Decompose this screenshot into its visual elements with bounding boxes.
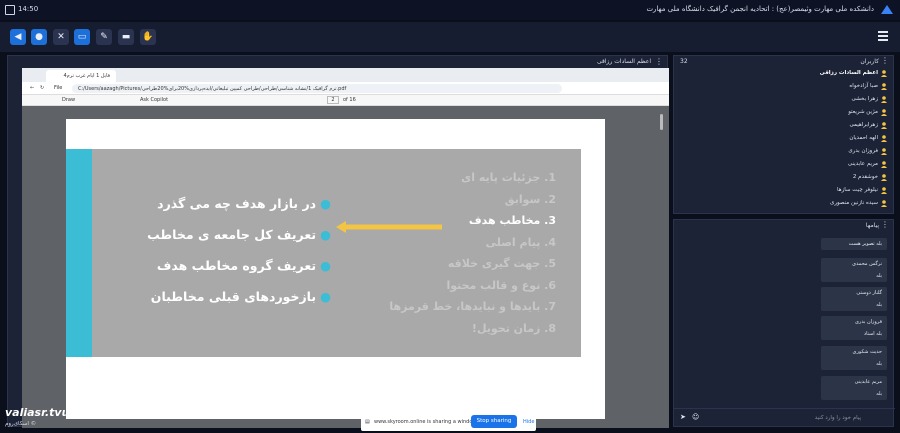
user-icon bbox=[881, 187, 887, 194]
presenter-name: اعظم السادات رزاقی bbox=[597, 58, 651, 65]
bullet-item: ●در بازار هدف چه می گذرد bbox=[157, 196, 331, 211]
more-icon[interactable]: ⋮ bbox=[655, 57, 663, 66]
sharing-icon: ▤ bbox=[365, 419, 370, 425]
chat-message: بله تصویر هست bbox=[821, 238, 887, 250]
user-icon bbox=[881, 96, 887, 103]
send-icon[interactable]: ➤ bbox=[680, 413, 686, 421]
pdf-page: 1. جزئیات پایه ای 2. سوابق 3. مخاطب هدف … bbox=[66, 119, 605, 419]
file-label: File bbox=[54, 85, 63, 91]
copilot-button[interactable]: Ask Copilot bbox=[140, 97, 168, 103]
outline-item: 6. نوع و قالب محتوا bbox=[446, 278, 556, 292]
user-icon bbox=[881, 148, 887, 155]
microphone-icon[interactable]: ● bbox=[31, 29, 47, 45]
chat-input-bar: ➤ ☺ پیام خود را وارد کنید bbox=[674, 408, 895, 426]
address-bar: ← ↻ File C:/Users/aazagh/Pictures/ترم گر… bbox=[22, 82, 669, 95]
slide-stripe bbox=[66, 149, 92, 357]
bullet-list: ●در بازار هدف چه می گذرد ●تعریف کل جامعه… bbox=[147, 196, 331, 320]
outline-item: 8. زمان تحویل! bbox=[471, 321, 556, 335]
brand-label: اسکای‌روم © bbox=[5, 421, 37, 427]
toolbar: ◀ ● ✕ ▭ ✎ ▬ ✋ bbox=[0, 22, 900, 52]
participant[interactable]: الهه احمدیان bbox=[674, 135, 893, 148]
camera-off-icon[interactable]: ✕ bbox=[53, 29, 69, 45]
chat-title: پیامها bbox=[865, 222, 879, 229]
user-icon bbox=[881, 174, 887, 181]
shared-screen: فایل 1 ایام غرب ترم4 ← ↻ File C:/Users/a… bbox=[22, 68, 669, 428]
menu-icon[interactable] bbox=[878, 31, 888, 43]
participant[interactable]: خوشقدم 2 bbox=[674, 174, 893, 187]
more-icon[interactable]: ⋮ bbox=[881, 56, 889, 65]
participants-title: کاربران bbox=[860, 58, 879, 65]
user-icon bbox=[881, 135, 887, 142]
outline-item: 2. سوابق bbox=[504, 192, 556, 206]
bullet-item: ●تعریف کل جامعه ی مخاطب bbox=[147, 227, 331, 242]
screen-share-icon[interactable]: ▭ bbox=[74, 29, 90, 45]
more-icon[interactable]: ⋮ bbox=[881, 220, 889, 229]
browser-tab-strip: فایل 1 ایام غرب ترم4 bbox=[22, 68, 669, 82]
speaker-icon[interactable]: ◀ bbox=[10, 29, 26, 45]
participant[interactable]: سیده نازنین منصوری bbox=[674, 200, 893, 213]
url-input[interactable]: C:/Users/aazagh/Pictures/ترم گرافیک 1/نش… bbox=[72, 84, 562, 93]
arrow-left-icon bbox=[336, 221, 442, 233]
participant[interactable]: فروزان بدری bbox=[674, 148, 893, 161]
raise-hand-icon[interactable]: ✋ bbox=[140, 29, 156, 45]
chat-panel: پیامها ⋮ بله تصویر هست نرگس محمدی بله گلن… bbox=[673, 219, 895, 427]
top-bar: 14:50 دانشکده ملی مهارت وثیمصر(عج) : اتح… bbox=[0, 0, 900, 20]
participant-list: اعظم السادات رزاقی صبا آزادخواه زهرا بخش… bbox=[674, 68, 893, 213]
participant[interactable]: مژین شریعتو bbox=[674, 109, 893, 122]
sharing-text: www.skyroom.online is sharing a window. bbox=[374, 419, 478, 425]
screen-share-panel: اعظم السادات رزاقی ⋮ فایل 1 ایام غرب ترم… bbox=[7, 55, 669, 428]
emoji-icon[interactable]: ☺ bbox=[692, 413, 699, 421]
chat-message: نرگس محمدی بله bbox=[821, 258, 887, 282]
chat-input[interactable]: پیام خود را وارد کنید bbox=[815, 415, 861, 421]
participants-panel: 32 کاربران ⋮ اعظم السادات رزاقی صبا آزاد… bbox=[673, 55, 894, 214]
chat-message: حدیث شکوری بله bbox=[821, 346, 887, 370]
bullet-item: ●بازخوردهای قبلی مخاطبان bbox=[150, 289, 331, 304]
stop-sharing-button[interactable]: Stop sharing bbox=[471, 415, 517, 428]
window-icon[interactable] bbox=[5, 5, 15, 15]
pdf-toolbar: Draw Ask Copilot 2 of 16 bbox=[22, 95, 669, 106]
chat-message: گلناز دوستی بله bbox=[821, 287, 887, 311]
slide: 1. جزئیات پایه ای 2. سوابق 3. مخاطب هدف … bbox=[66, 149, 581, 357]
page-number-input[interactable]: 2 bbox=[327, 96, 339, 104]
browser-tab[interactable]: فایل 1 ایام غرب ترم4 bbox=[46, 70, 116, 82]
participant[interactable]: اعظم السادات رزاقی bbox=[674, 70, 893, 83]
back-icon[interactable]: ← bbox=[30, 85, 34, 91]
draw-button[interactable]: Draw bbox=[62, 97, 75, 103]
room-title: دانشکده ملی مهارت وثیمصر(عج) : اتحادیه ا… bbox=[646, 5, 874, 13]
participant[interactable]: زهرابراهیمی bbox=[674, 122, 893, 135]
user-icon bbox=[881, 122, 887, 129]
page-total: of 16 bbox=[343, 97, 356, 103]
participant[interactable]: زهرا بخشی bbox=[674, 96, 893, 109]
user-icon bbox=[881, 109, 887, 116]
user-icon bbox=[881, 70, 887, 77]
participant[interactable]: نیلوفر چیت سازها bbox=[674, 187, 893, 200]
watermark: valiasr.tvu.ac.ir bbox=[5, 406, 101, 419]
outline-list: 1. جزئیات پایه ای 2. سوابق 3. مخاطب هدف … bbox=[389, 171, 556, 343]
bullet-item: ●تعریف گروه مخاطب هدف bbox=[156, 258, 331, 273]
outline-item: 7. بایدها و نبایدها، خط قرمزها bbox=[389, 300, 556, 313]
participant[interactable]: مریم عابدینی bbox=[674, 161, 893, 174]
chat-message: مریم عابدینی بله bbox=[821, 376, 887, 400]
scrollbar[interactable] bbox=[660, 114, 663, 130]
participant[interactable]: صبا آزادخواه bbox=[674, 83, 893, 96]
user-icon bbox=[881, 200, 887, 207]
outline-item: 4. پیام اصلی bbox=[485, 235, 556, 249]
folder-icon[interactable]: ▬ bbox=[118, 29, 134, 45]
clock: 14:50 bbox=[18, 5, 39, 13]
chat-message: فروزان بدری بله استاد bbox=[821, 316, 887, 340]
outline-item: 1. جزئیات پایه ای bbox=[461, 171, 556, 184]
participant-count: 32 bbox=[680, 58, 688, 65]
pen-icon[interactable]: ✎ bbox=[96, 29, 112, 45]
user-icon bbox=[881, 161, 887, 168]
skyroom-logo-icon bbox=[881, 5, 893, 14]
sharing-banner: ▤ www.skyroom.online is sharing a window… bbox=[361, 412, 536, 431]
outline-item: 5. جهت گیری خلاقه bbox=[447, 257, 556, 270]
reload-icon[interactable]: ↻ bbox=[40, 85, 44, 91]
hide-button[interactable]: Hide bbox=[523, 419, 534, 425]
pdf-canvas: 1. جزئیات پایه ای 2. سوابق 3. مخاطب هدف … bbox=[22, 106, 669, 428]
user-icon bbox=[881, 83, 887, 90]
